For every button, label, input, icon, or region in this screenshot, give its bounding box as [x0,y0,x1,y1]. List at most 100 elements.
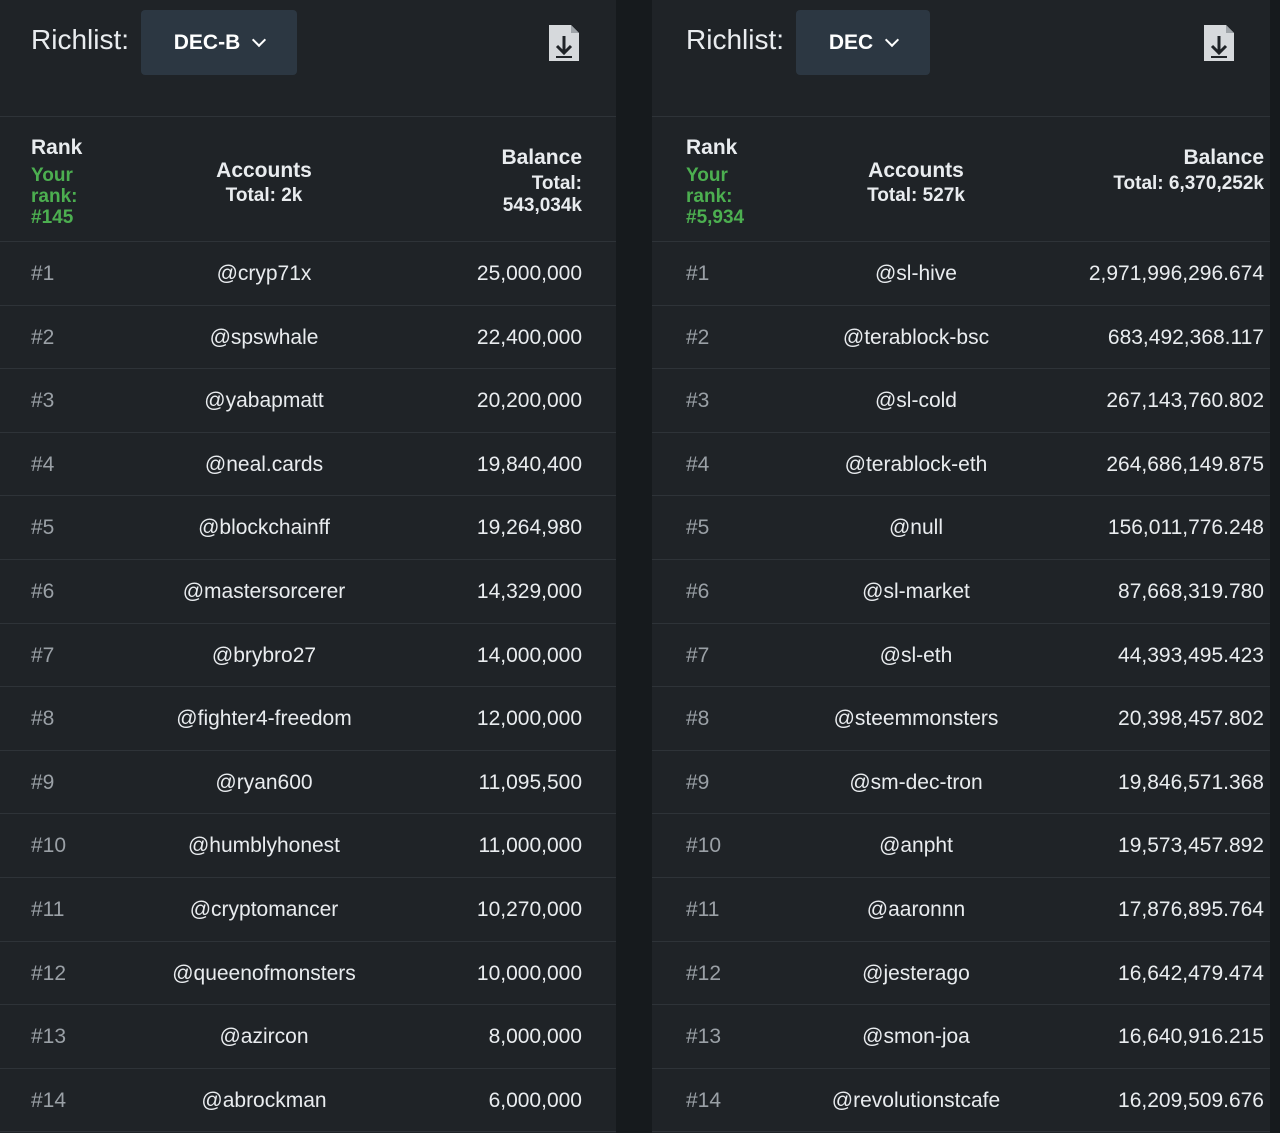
richlist-rows: #1 @sl-hive 2,971,996,296.674 #2 @terablock-… [652,242,1270,1133]
table-header: Rank Your rank: #145 Accounts Total: 2k … [0,117,616,242]
table-row: #12 @queenofmonsters 10,000,000 [0,942,616,1006]
balance-column-header[interactable]: Balance Total: 543,034k [472,147,582,217]
panel-header: Richlist: DEC-B [0,0,616,117]
account-link[interactable]: @spswhale [114,306,414,369]
account-link[interactable]: @sl-eth [766,624,1066,687]
your-rank-indicator: Your rank: #145 [31,165,78,228]
token-select-dropdown[interactable]: DEC [796,10,930,75]
account-link[interactable]: @cryp71x [114,242,414,305]
balance-cell: 11,000,000 [478,834,582,858]
balance-cell: 17,876,895.764 [1118,897,1264,921]
account-link[interactable]: @neal.cards [114,433,414,496]
balance-cell: 20,398,457.802 [1118,707,1264,731]
rank-cell: #4 [31,452,55,476]
table-row: #11 @cryptomancer 10,270,000 [0,878,616,942]
account-link[interactable]: @revolutionstcafe [766,1069,1066,1132]
balance-cell: 2,971,996,296.674 [1088,262,1264,285]
table-row: #4 @terablock-eth 264,686,149.875 [652,433,1270,497]
table-row: #13 @azircon 8,000,000 [0,1005,616,1069]
account-link[interactable]: @sl-hive [766,242,1066,305]
rank-cell: #5 [31,516,55,540]
rank-cell: #13 [31,1025,67,1049]
balance-cell: 16,640,916.215 [1118,1025,1264,1049]
rank-cell: #11 [31,897,65,921]
account-link[interactable]: @cryptomancer [114,878,414,941]
account-link[interactable]: @steemmonsters [766,687,1066,750]
rank-cell: #8 [31,707,55,731]
account-link[interactable]: @queenofmonsters [114,942,414,1005]
rank-cell: #8 [686,707,710,731]
accounts-header-label: Accounts [216,159,312,182]
account-link[interactable]: @sl-cold [766,369,1066,432]
balance-cell: 19,264,980 [476,516,582,540]
balance-header-label: Balance [501,146,582,169]
account-link[interactable]: @terablock-eth [766,433,1066,496]
rank-cell: #7 [686,643,710,667]
table-header: Rank Your rank: #5,934 Accounts Total: 5… [652,117,1270,242]
panel-header: Richlist: DEC [652,0,1270,117]
download-icon[interactable] [1202,24,1236,62]
account-link[interactable]: @brybro27 [114,624,414,687]
balance-cell: 683,492,368.117 [1107,325,1264,349]
token-select-value: DEC-B [173,30,241,54]
rank-cell: #2 [686,325,710,349]
rank-cell: #1 [31,262,55,285]
rank-column-header[interactable]: Rank [686,137,737,158]
table-row: #11 @aaronnn 17,876,895.764 [652,878,1270,942]
balance-cell: 11,095,500 [478,770,582,794]
rank-cell: #11 [686,897,720,921]
token-select-dropdown[interactable]: DEC-B [141,10,297,75]
account-link[interactable]: @yabapmatt [114,369,414,432]
account-link[interactable]: @humblyhonest [114,814,414,877]
rank-cell: #6 [31,579,55,603]
table-row: #6 @sl-market 87,668,319.780 [652,560,1270,624]
table-row: #7 @brybro27 14,000,000 [0,624,616,688]
table-row: #8 @fighter4-freedom 12,000,000 [0,687,616,751]
account-link[interactable]: @ryan600 [114,751,414,814]
account-link[interactable]: @anpht [766,814,1066,877]
account-link[interactable]: @aaronnn [766,878,1066,941]
rank-cell: #12 [31,961,67,985]
balance-cell: 14,329,000 [476,579,582,603]
download-icon[interactable] [547,24,581,62]
balance-column-header[interactable]: Balance Total: 6,370,252k [1084,147,1264,195]
table-row: #10 @anpht 19,573,457.892 [652,814,1270,878]
balance-cell: 20,200,000 [476,389,582,413]
account-link[interactable]: @azircon [114,1005,414,1068]
token-select-value: DEC [828,30,874,54]
rank-cell: #4 [686,452,710,476]
balance-cell: 8,000,000 [488,1025,582,1049]
balance-cell: 87,668,319.780 [1118,579,1264,603]
table-row: #13 @smon-joa 16,640,916.215 [652,1005,1270,1069]
balance-cell: 264,686,149.875 [1106,452,1264,476]
balance-total: Total: 543,034k [502,173,582,216]
account-link[interactable]: @sm-dec-tron [766,751,1066,814]
rank-cell: #14 [686,1088,722,1112]
rank-cell: #5 [686,516,710,540]
account-link[interactable]: @blockchainff [114,496,414,559]
account-link[interactable]: @null [766,496,1066,559]
table-row: #3 @yabapmatt 20,200,000 [0,369,616,433]
account-link[interactable]: @smon-joa [766,1005,1066,1068]
accounts-header-label: Accounts [868,159,964,182]
account-link[interactable]: @terablock-bsc [766,306,1066,369]
balance-cell: 16,642,479.474 [1118,961,1264,985]
balance-cell: 25,000,000 [476,262,582,285]
richlist-label: Richlist: [31,24,130,55]
rank-cell: #10 [686,834,722,858]
accounts-column-header: Accounts Total: 2k [134,158,394,208]
table-row: #2 @spswhale 22,400,000 [0,306,616,370]
table-row: #5 @blockchainff 19,264,980 [0,496,616,560]
table-row: #10 @humblyhonest 11,000,000 [0,814,616,878]
account-link[interactable]: @fighter4-freedom [114,687,414,750]
rank-column-header[interactable]: Rank [31,137,82,158]
account-link[interactable]: @mastersorcerer [114,560,414,623]
account-link[interactable]: @sl-market [766,560,1066,623]
account-link[interactable]: @jesterago [766,942,1066,1005]
table-row: #8 @steemmonsters 20,398,457.802 [652,687,1270,751]
table-row: #14 @abrockman 6,000,000 [0,1069,616,1133]
balance-cell: 10,270,000 [476,897,582,921]
rank-cell: #7 [31,643,55,667]
balance-cell: 44,393,495.423 [1118,643,1264,667]
account-link[interactable]: @abrockman [114,1069,414,1132]
